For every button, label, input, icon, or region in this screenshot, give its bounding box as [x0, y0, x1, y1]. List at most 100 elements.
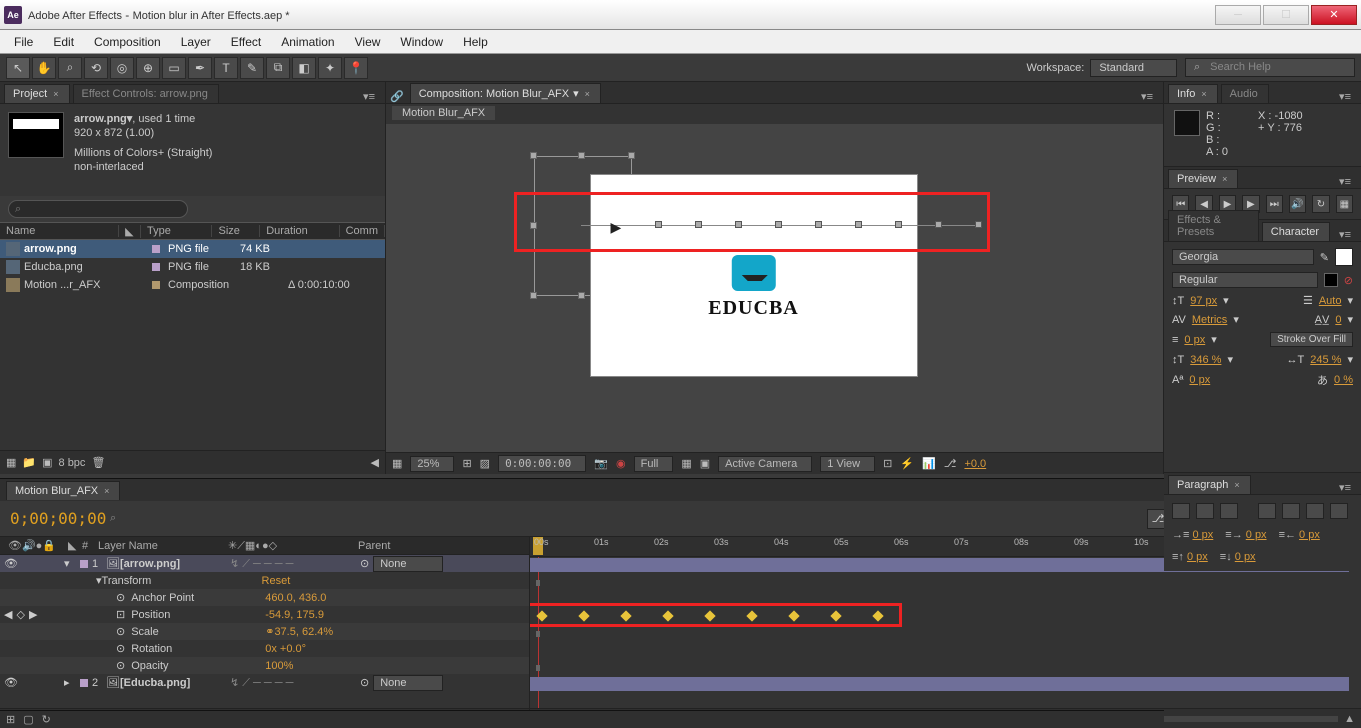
stroke-option-dropdown[interactable]: Stroke Over Fill — [1270, 332, 1353, 347]
clone-tool[interactable]: ⧉ — [266, 57, 290, 79]
region-icon[interactable]: ◉ — [616, 457, 626, 470]
ram-preview-button[interactable]: ▦ — [1336, 195, 1353, 213]
font-size-value[interactable]: 97 px — [1190, 295, 1217, 307]
project-item-educba[interactable]: Educba.png PNG file 18 KB — [0, 258, 385, 276]
timeline-icon[interactable]: 📊 — [922, 457, 936, 470]
justify-center-button[interactable] — [1282, 503, 1300, 519]
opacity-row[interactable]: ⊙ Opacity 100% — [0, 657, 529, 674]
vscale-value[interactable]: 346 % — [1190, 354, 1221, 366]
add-keyframe-icon[interactable]: ◇ — [16, 608, 24, 621]
tracking-value[interactable]: 0 — [1335, 314, 1341, 326]
effect-controls-tab[interactable]: Effect Controls: arrow.png — [73, 84, 219, 103]
loop-button[interactable]: ↻ — [1312, 195, 1329, 213]
status-icon[interactable]: ▢ — [23, 713, 33, 726]
puppet-tool[interactable]: 📍 — [344, 57, 368, 79]
mute-button[interactable]: 🔊 — [1289, 195, 1306, 213]
close-icon[interactable]: × — [1222, 174, 1227, 184]
comp-flowchart-icon[interactable]: ⎇ — [944, 457, 957, 470]
parent-dropdown[interactable]: None — [373, 556, 443, 572]
panel-menu-icon[interactable]: ▾≡ — [357, 90, 381, 103]
resolution-icon[interactable]: ⊞ — [462, 457, 471, 470]
project-item-arrow[interactable]: arrow.png PNG file 74 KB — [0, 240, 385, 258]
comp-breadcrumb[interactable]: Motion Blur_AFX — [392, 106, 495, 120]
resolution-dropdown[interactable]: Full — [634, 456, 674, 472]
timeline-layer-2[interactable]: 👁▸ 2 🖼 [Educba.png] ↯ ⟋ ─ ─ ─ ─ ⊙ None — [0, 674, 529, 691]
timeline-tab[interactable]: Motion Blur_AFX× — [6, 481, 120, 500]
anchor-point-row[interactable]: ⊙ Anchor Point 460.0, 436.0 — [0, 589, 529, 606]
stroke-width-value[interactable]: 0 px — [1184, 334, 1205, 346]
current-time[interactable]: 0;00;00;00 — [0, 509, 110, 528]
eraser-tool[interactable]: ◧ — [292, 57, 316, 79]
snapshot-icon[interactable]: 📷 — [594, 457, 608, 470]
menu-effect[interactable]: Effect — [221, 35, 271, 49]
menu-animation[interactable]: Animation — [271, 35, 344, 49]
resize-handle[interactable] — [578, 152, 585, 159]
leading-value[interactable]: Auto — [1319, 295, 1342, 307]
roto-tool[interactable]: ✦ — [318, 57, 342, 79]
composition-viewer[interactable]: ▶ EDUCBA — [386, 124, 1163, 452]
transform-group[interactable]: ▾ Transform Reset — [0, 572, 529, 589]
project-tab[interactable]: Project× — [4, 84, 70, 103]
align-left-button[interactable] — [1172, 503, 1190, 519]
panel-menu-icon[interactable]: ▾≡ — [1333, 481, 1357, 494]
justify-left-button[interactable] — [1258, 503, 1276, 519]
project-search-input[interactable] — [8, 200, 188, 218]
menu-view[interactable]: View — [345, 35, 391, 49]
zoom-in-icon[interactable]: ▲ — [1344, 713, 1355, 725]
close-icon[interactable]: × — [1201, 89, 1206, 99]
kerning-value[interactable]: Metrics — [1192, 314, 1227, 326]
fill-color[interactable] — [1335, 248, 1353, 266]
bpc-label[interactable]: 8 bpc — [59, 457, 86, 469]
brush-tool[interactable]: ✎ — [240, 57, 264, 79]
space-before[interactable]: 0 px — [1187, 551, 1208, 563]
zoom-dropdown[interactable]: 25% — [410, 456, 454, 472]
trash-icon[interactable]: 🗑 — [91, 456, 105, 469]
mask-icon[interactable]: ▣ — [700, 457, 710, 470]
close-icon[interactable]: × — [53, 89, 58, 99]
info-tab[interactable]: Info× — [1168, 84, 1218, 103]
indent-right[interactable]: 0 px — [1299, 529, 1320, 541]
panel-menu-icon[interactable]: ▾≡ — [1333, 228, 1357, 241]
zoom-tool[interactable]: ⌕ — [58, 57, 82, 79]
time-display[interactable]: 0:00:00:00 — [498, 455, 586, 472]
pan-behind-tool[interactable]: ⊕ — [136, 57, 160, 79]
resize-handle[interactable] — [530, 292, 537, 299]
hscale-value[interactable]: 245 % — [1310, 354, 1341, 366]
position-track[interactable] — [530, 608, 1361, 625]
project-item-comp[interactable]: Motion ...r_AFX Composition Δ 0:00:10:00 — [0, 276, 385, 294]
search-icon[interactable]: ⌕ — [110, 512, 116, 525]
effects-presets-tab[interactable]: Effects & Presets — [1168, 210, 1259, 241]
status-icon[interactable]: ↻ — [42, 713, 51, 726]
window-minimize[interactable]: ─ — [1215, 5, 1261, 25]
stroke-color[interactable] — [1324, 273, 1338, 287]
panel-menu-icon[interactable]: ▾≡ — [1333, 175, 1357, 188]
align-center-button[interactable] — [1196, 503, 1214, 519]
tsume-value[interactable]: 0 % — [1334, 374, 1353, 386]
type-tool[interactable]: T — [214, 57, 238, 79]
menu-edit[interactable]: Edit — [43, 35, 84, 49]
close-icon[interactable]: × — [1234, 480, 1239, 490]
paragraph-tab[interactable]: Paragraph× — [1168, 475, 1251, 494]
selection-tool[interactable]: ↖ — [6, 57, 30, 79]
prev-keyframe-icon[interactable]: ◀ — [4, 608, 12, 621]
search-help[interactable]: Search Help — [1185, 58, 1355, 77]
layer-bar[interactable] — [530, 677, 1349, 691]
col-size[interactable]: Size — [212, 225, 260, 237]
pixel-aspect-icon[interactable]: ⊡ — [883, 457, 892, 470]
eyedropper-icon[interactable]: ✎ — [1320, 251, 1329, 264]
col-duration[interactable]: Duration — [260, 225, 339, 237]
guides-icon[interactable]: ▦ — [681, 457, 691, 470]
indent-left[interactable]: 0 px — [1192, 529, 1213, 541]
new-comp-icon[interactable]: ▣ — [42, 456, 52, 469]
workspace-dropdown[interactable]: Standard — [1090, 59, 1177, 77]
no-stroke-icon[interactable]: ⊘ — [1344, 274, 1353, 287]
panel-menu-icon[interactable]: ▾≡ — [1135, 90, 1159, 103]
transparency-icon[interactable]: ▨ — [480, 457, 490, 470]
timeline-layer-1[interactable]: 👁▾ 1 🖼 [arrow.png] ↯ ⟋ ─ ─ ─ ─ ⊙ None — [0, 555, 529, 572]
comp-link-icon[interactable]: 🔗 — [390, 90, 404, 103]
interpret-icon[interactable]: ▦ — [6, 456, 16, 469]
position-row[interactable]: ◀◇▶ ⊡ Position -54.9, 175.9 — [0, 606, 529, 623]
scale-row[interactable]: ⊙ Scale ⚭ 37.5, 62.4% — [0, 623, 529, 640]
grid-icon[interactable]: ▦ — [392, 457, 402, 470]
window-close[interactable]: ✕ — [1311, 5, 1357, 25]
